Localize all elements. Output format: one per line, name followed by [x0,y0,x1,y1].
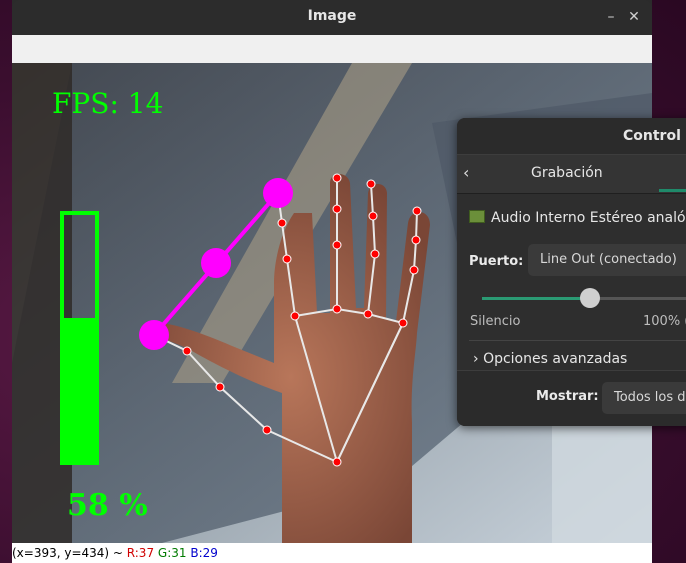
pinch-midpoint-marker [201,248,231,278]
tab-recording[interactable]: Grabación [531,165,603,181]
advanced-options-label: Opciones avanzadas [483,351,628,367]
status-green: G:31 [157,546,187,560]
silence-label: Silencio [470,314,521,329]
percent-label: 100% ( [643,314,686,329]
fps-text: FPS: 14 [52,87,163,120]
separator [469,340,686,341]
volume-bar-fill [62,318,97,463]
device-label: Audio Interno Estéreo analóg [491,210,686,226]
minimize-button[interactable]: – [602,8,620,26]
port-select[interactable]: Line Out (conectado) [528,244,686,276]
advanced-options-toggle[interactable]: › Opciones avanzadas [473,351,627,367]
panel-title: Control d [457,118,686,154]
panel-footer: Mostrar: Todos los d [457,370,686,426]
window-toolbar [12,35,652,63]
panel-tabbar: ‹ Grabación [457,154,686,194]
volume-slider[interactable] [482,288,686,308]
chevron-left-icon[interactable]: ‹ [463,163,469,182]
index-tip-marker [139,320,169,350]
status-red: R:37 [126,546,155,560]
volume-slider-knob[interactable] [579,288,600,308]
device-row: Audio Interno Estéreo analóg [469,210,686,226]
status-bar: (x=393, y=434) ~ R:37 G:31 B:29 [12,543,652,563]
window-titlebar[interactable]: Image – ✕ [12,0,652,35]
tab-active-indicator [659,189,686,192]
chevron-right-icon: › [473,351,479,367]
close-button[interactable]: ✕ [625,8,643,26]
show-select[interactable]: Todos los d [602,382,686,414]
volume-slider-fill [482,297,590,300]
status-blue: B:29 [190,546,218,560]
volume-percent-text: 58 % [67,488,148,523]
show-label: Mostrar: [536,389,599,404]
window-title: Image [307,8,357,24]
sound-control-panel: Control d ‹ Grabación Audio Interno Esté… [457,118,686,426]
thumb-tip-marker [263,178,293,208]
port-label: Puerto: [469,254,524,269]
status-coords: (x=393, y=434) ~ [12,546,127,560]
sound-card-icon [469,210,485,223]
